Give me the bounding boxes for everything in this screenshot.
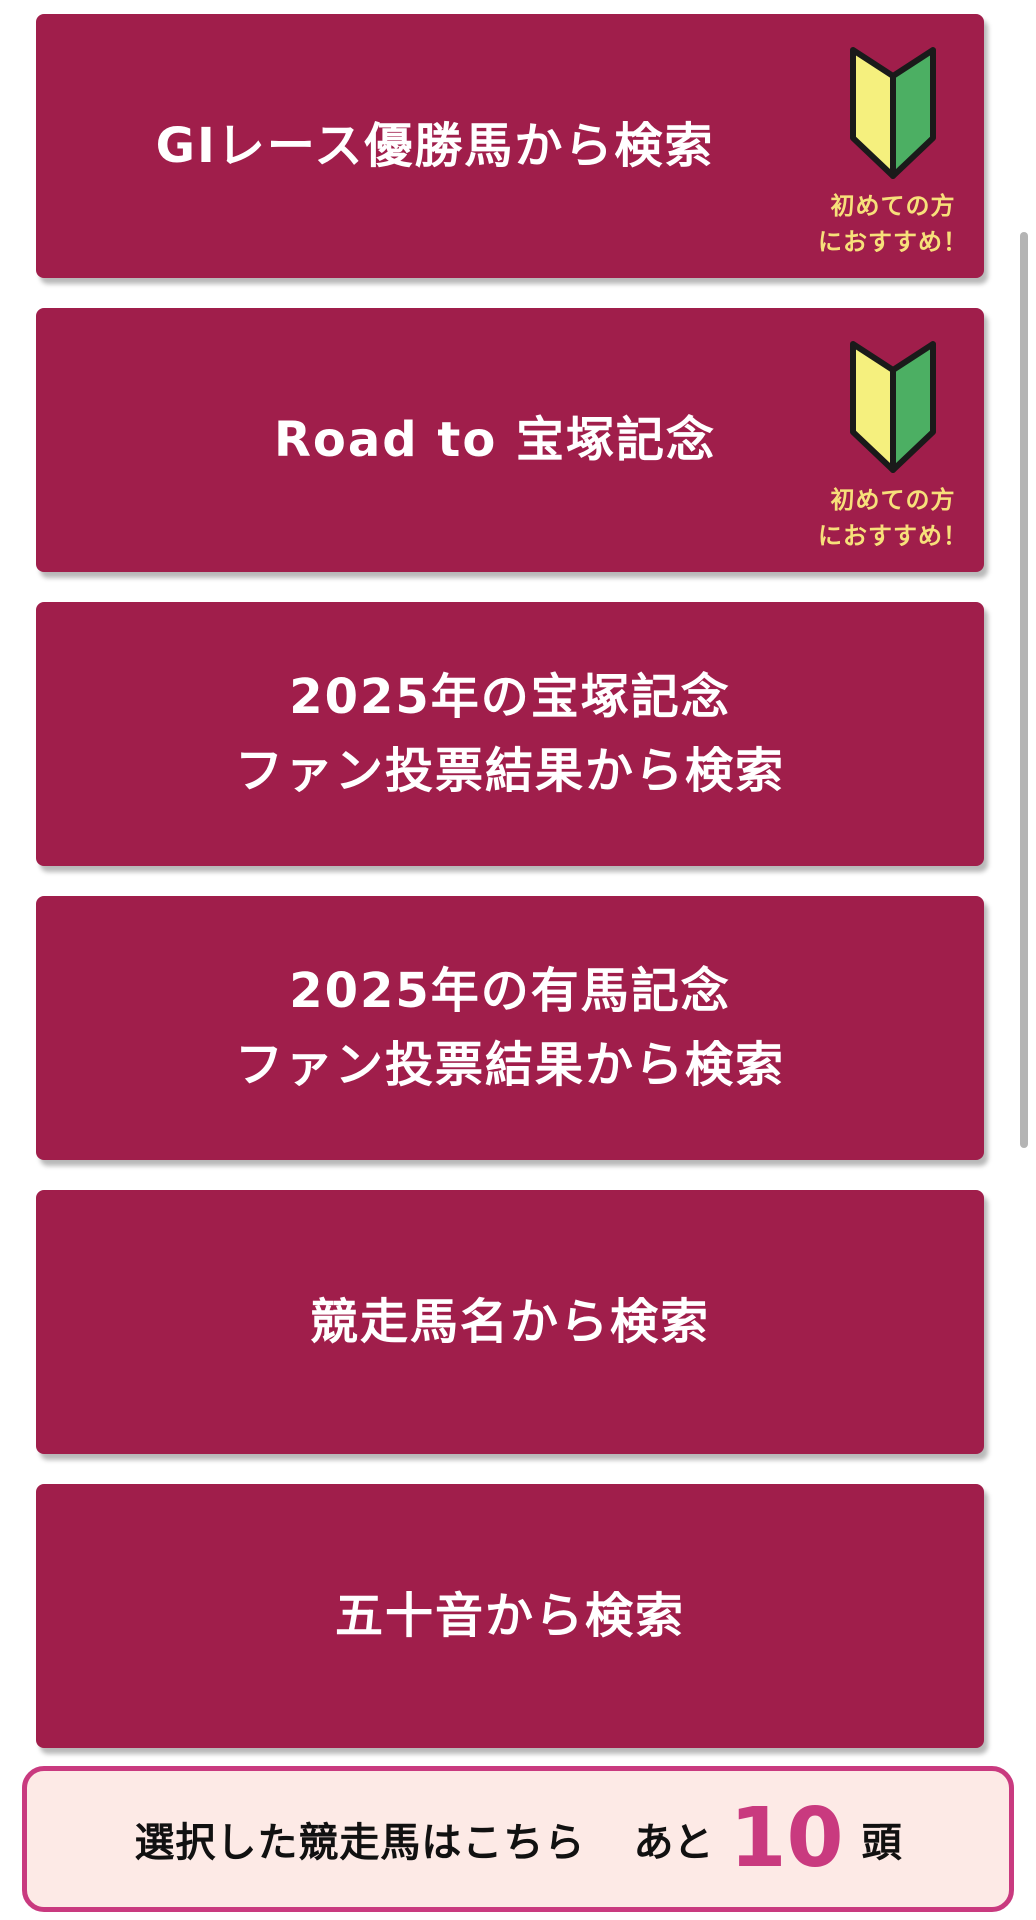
remaining-unit: 頭: [861, 1820, 902, 1866]
search-menu-screen: GIレース優勝馬から検索 初めての方 におすすめ！ Road to 宝塚記念 初…: [0, 0, 1036, 1920]
remaining-count: 10: [729, 1791, 844, 1886]
scrollbar-thumb[interactable]: [1020, 232, 1028, 1148]
search-by-kana-button[interactable]: 五十音から検索: [36, 1484, 984, 1748]
button-label: 2025年の宝塚記念 ファン投票結果から検索: [234, 669, 785, 799]
beginner-badge: 初めての方 におすすめ！: [818, 42, 968, 260]
search-by-horse-name-button[interactable]: 競走馬名から検索: [36, 1190, 984, 1454]
button-label: 五十音から検索: [334, 1588, 685, 1644]
beginner-badge: 初めての方 におすすめ！: [818, 336, 968, 554]
beginner-text: 初めての方 におすすめ！: [818, 192, 968, 256]
beginner-mark-icon: [850, 47, 936, 179]
remaining-prefix: あと: [633, 1820, 714, 1866]
button-label: GIレース優勝馬から検索: [155, 118, 715, 174]
button-label: 2025年の有馬記念 ファン投票結果から検索: [234, 963, 785, 1093]
selected-horses-label: 選択した競走馬はこちら: [134, 1820, 586, 1866]
road-to-takarazuka-button[interactable]: Road to 宝塚記念 初めての方 におすすめ！: [36, 308, 984, 572]
button-label: Road to 宝塚記念: [273, 412, 717, 468]
search-by-gi-winner-button[interactable]: GIレース優勝馬から検索 初めての方 におすすめ！: [36, 14, 984, 278]
beginner-mark-icon: [850, 341, 936, 473]
arima-fan-vote-button[interactable]: 2025年の有馬記念 ファン投票結果から検索: [36, 896, 984, 1160]
beginner-text: 初めての方 におすすめ！: [818, 486, 968, 550]
takarazuka-fan-vote-button[interactable]: 2025年の宝塚記念 ファン投票結果から検索: [36, 602, 984, 866]
selected-horses-button[interactable]: 選択した競走馬はこちら あと 10 頭: [22, 1766, 1014, 1912]
button-label: 競走馬名から検索: [309, 1294, 710, 1350]
